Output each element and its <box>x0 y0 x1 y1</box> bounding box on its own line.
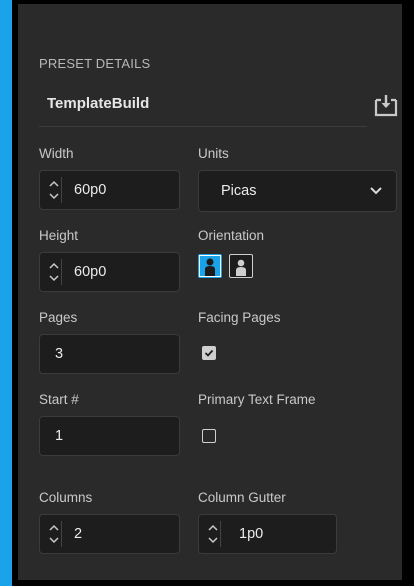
checkmark-icon <box>204 349 214 357</box>
stepper-icon[interactable] <box>47 259 62 285</box>
column-gutter-value: 1p0 <box>239 526 264 542</box>
start-number-label: Start # <box>39 392 79 407</box>
primary-text-frame-checkbox[interactable] <box>202 429 216 443</box>
section-title: PRESET DETAILS <box>39 56 151 71</box>
column-gutter-stepper[interactable]: 1p0 <box>198 514 337 554</box>
pages-input[interactable]: 3 <box>39 334 180 374</box>
facing-pages-label: Facing Pages <box>198 310 281 325</box>
units-value: Picas <box>221 183 257 199</box>
chevron-down-icon <box>370 187 382 195</box>
width-value: 60p0 <box>74 182 107 198</box>
start-number-input[interactable]: 1 <box>39 416 180 456</box>
units-select[interactable]: Picas <box>198 170 397 212</box>
columns-label: Columns <box>39 490 93 505</box>
stepper-icon[interactable] <box>47 521 62 547</box>
start-number-value: 1 <box>55 428 64 444</box>
preset-name-underline <box>39 126 367 127</box>
pages-label: Pages <box>39 310 78 325</box>
pages-value: 3 <box>55 346 64 362</box>
facing-pages-checkbox[interactable] <box>202 346 216 360</box>
width-stepper[interactable]: 60p0 <box>39 170 180 210</box>
save-preset-icon[interactable] <box>373 92 399 118</box>
stepper-icon[interactable] <box>206 521 221 547</box>
height-stepper[interactable]: 60p0 <box>39 252 180 292</box>
primary-text-frame-label: Primary Text Frame <box>198 392 316 407</box>
columns-stepper[interactable]: 2 <box>39 514 180 554</box>
orientation-label: Orientation <box>198 228 265 243</box>
preset-details-panel: PRESET DETAILS TemplateBuild Width 60p0 … <box>18 4 402 580</box>
column-gutter-label: Column Gutter <box>198 490 286 505</box>
preset-name[interactable]: TemplateBuild <box>47 95 149 112</box>
units-label: Units <box>198 146 229 161</box>
height-value: 60p0 <box>74 264 107 280</box>
stepper-icon[interactable] <box>47 177 62 203</box>
portrait-icon[interactable] <box>198 254 222 278</box>
height-label: Height <box>39 228 79 243</box>
width-label: Width <box>39 146 74 161</box>
landscape-icon[interactable] <box>229 254 253 278</box>
columns-value: 2 <box>74 526 83 542</box>
